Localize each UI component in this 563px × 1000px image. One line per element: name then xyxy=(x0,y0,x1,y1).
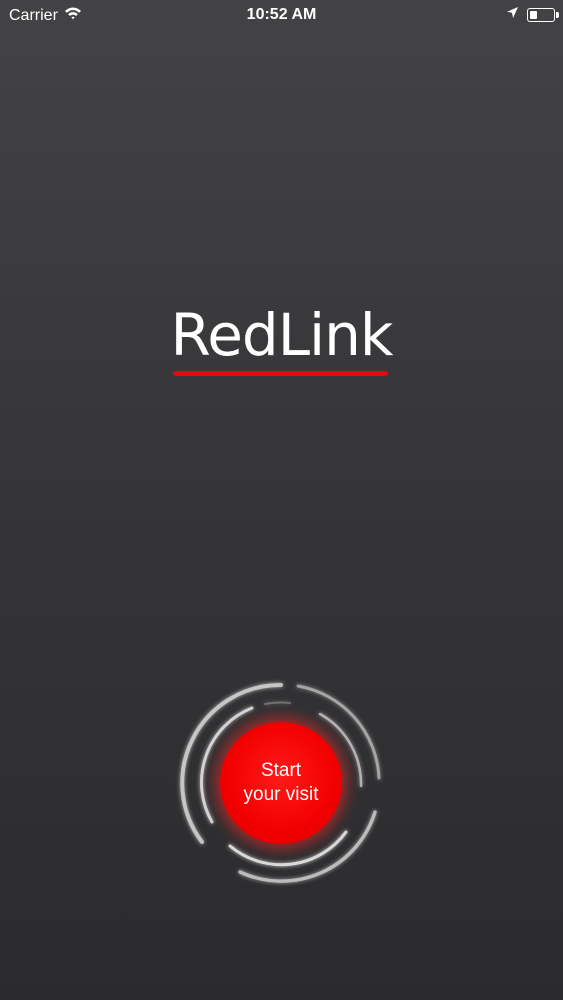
status-bar: Carrier 10:52 AM xyxy=(0,0,563,30)
logo-text: RedLink xyxy=(170,301,394,369)
start-visit-label: Start your visit xyxy=(243,760,319,805)
status-time: 10:52 AM xyxy=(246,6,317,23)
start-visit-button[interactable]: Start your visit xyxy=(220,722,342,844)
battery-icon xyxy=(527,8,559,22)
battery-fill xyxy=(530,11,537,19)
inner-ring-arc-4 xyxy=(264,701,291,705)
status-right-group xyxy=(506,6,559,24)
location-arrow-icon xyxy=(506,6,519,24)
battery-tip xyxy=(556,12,559,18)
logo-underline xyxy=(172,371,389,376)
start-visit-control: Start your visit xyxy=(170,672,392,894)
logo-wordmark: RedLink xyxy=(171,300,393,376)
app-logo: RedLink xyxy=(0,300,563,376)
